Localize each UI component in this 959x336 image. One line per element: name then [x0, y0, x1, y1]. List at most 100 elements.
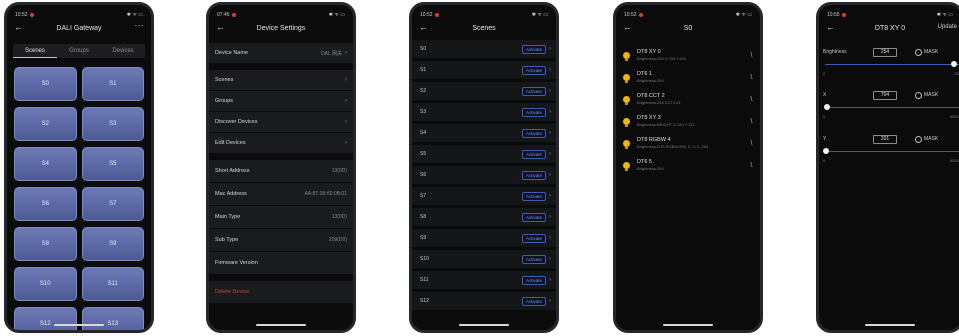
scene-row[interactable]: S12 Activate › — [412, 292, 556, 310]
activate-button[interactable]: Activate — [521, 170, 546, 180]
mask-toggle[interactable]: MASK — [915, 135, 938, 143]
scene-button[interactable]: S9 — [81, 227, 144, 261]
slider-range: 0 65535 — [823, 114, 959, 119]
slider-y: Y 201 MASK 0 65535 — [823, 132, 959, 187]
scene-label: S0 — [420, 46, 427, 52]
activate-button[interactable]: Activate — [521, 65, 546, 75]
scene-row[interactable]: S4 Activate › — [412, 124, 556, 142]
scene-row-actions: Activate › — [521, 107, 551, 117]
activate-button[interactable]: Activate — [521, 254, 546, 264]
activate-button[interactable]: Activate — [521, 233, 546, 243]
more-icon[interactable]: ··· — [135, 21, 145, 30]
slider-value-input[interactable]: 704 — [873, 90, 897, 100]
tab-groups[interactable]: Groups — [57, 44, 101, 58]
scene-row[interactable]: S3 Activate › — [412, 103, 556, 121]
nav-row-groups[interactable]: Groups › — [209, 91, 353, 111]
device-row[interactable]: DT6 1 Brightness:254/ — [616, 67, 760, 87]
activate-button[interactable]: Activate — [521, 275, 546, 285]
scene-row[interactable]: S9 Activate › — [412, 229, 556, 247]
scene-row[interactable]: S7 Activate › — [412, 187, 556, 205]
device-row[interactable]: DT6 5 Brightness:254/ — [616, 155, 760, 175]
tab-devices[interactable]: Devices — [101, 44, 145, 58]
mask-label: MASK — [924, 49, 939, 55]
header: ← DALI Gateway ··· — [7, 20, 151, 37]
scene-label: S1 — [420, 67, 427, 73]
bulb-icon — [623, 161, 630, 171]
back-arrow-icon[interactable]: ← — [14, 22, 23, 32]
status-time: 07:45 — [217, 12, 230, 18]
record-icon — [638, 13, 643, 17]
scene-row[interactable]: S6 Activate › — [412, 166, 556, 184]
page-title: Device Settings — [256, 25, 306, 32]
slider-value-input[interactable]: 254 — [873, 47, 897, 57]
scene-button[interactable]: S3 — [81, 107, 144, 141]
activate-button[interactable]: Activate — [521, 44, 546, 54]
device-row[interactable]: DT8 RGBW 4 Brightness:DT8 RGBW:255, 0, 0,… — [616, 133, 760, 153]
nav-row-discover-devices[interactable]: Discover Devices › — [209, 112, 353, 132]
info-row-sub-type: Sub Type 209(D0) — [209, 229, 353, 251]
chevron-right-icon: › — [549, 109, 551, 115]
chevron-right-icon: › — [345, 98, 347, 104]
update-button[interactable]: Update — [938, 24, 957, 30]
scene-row[interactable]: S2 Activate › — [412, 82, 556, 100]
scene-button[interactable]: S6 — [14, 187, 77, 221]
header: ← Scenes — [412, 20, 556, 37]
activate-button[interactable]: Activate — [521, 191, 546, 201]
nav-label: Groups — [215, 98, 234, 104]
activate-button[interactable]: Activate — [521, 149, 546, 159]
nav-row-scenes[interactable]: Scenes › — [209, 70, 353, 90]
chevron-right-icon: › — [549, 277, 551, 283]
tab-scenes[interactable]: Scenes — [13, 44, 57, 58]
activate-button[interactable]: Activate — [521, 296, 546, 306]
scene-row-actions: Activate › — [521, 296, 551, 306]
scene-button[interactable]: S8 — [14, 227, 77, 261]
delete-device-button[interactable]: Delete Device — [209, 281, 353, 303]
scene-button[interactable]: S0 — [14, 67, 77, 101]
scene-row[interactable]: S10 Activate › — [412, 250, 556, 268]
scene-row[interactable]: S5 Activate › — [412, 145, 556, 163]
activate-button[interactable]: Activate — [521, 128, 546, 138]
slider-track[interactable] — [823, 147, 959, 157]
back-arrow-icon[interactable]: ← — [826, 22, 835, 32]
scene-button[interactable]: S11 — [81, 267, 144, 301]
nav-row-edit-devices[interactable]: Edit Devices › — [209, 133, 353, 153]
chevron-right-icon: › — [549, 151, 551, 157]
scene-button[interactable]: S2 — [14, 107, 77, 141]
slider-thumb[interactable] — [823, 148, 829, 154]
slider-thumb[interactable] — [951, 61, 957, 67]
back-arrow-icon[interactable]: ← — [419, 22, 428, 32]
activate-button[interactable]: Activate — [521, 212, 546, 222]
scene-row[interactable]: S8 Activate › — [412, 208, 556, 226]
info-label: Firmware Version — [215, 260, 258, 266]
slider-value-input[interactable]: 201 — [873, 134, 897, 144]
device-row[interactable]: DT8 CCT 2 Brightness:254 CCT:143/ — [616, 89, 760, 109]
scene-button[interactable]: S7 — [81, 187, 144, 221]
back-arrow-icon[interactable]: ← — [216, 22, 225, 32]
scene-button[interactable]: S4 — [14, 147, 77, 181]
slider-max: 65535 — [949, 158, 959, 163]
status-icons: ✱ ᯤ ▭ — [126, 12, 143, 18]
scene-button[interactable]: S10 — [14, 267, 77, 301]
scene-row[interactable]: S1 Activate › — [412, 61, 556, 79]
slider-track[interactable] — [823, 103, 959, 113]
activate-button[interactable]: Activate — [521, 107, 546, 117]
scene-row[interactable]: S0 Activate › — [412, 40, 556, 58]
device-name-row[interactable]: Device Name DAL 网关 › — [209, 43, 353, 63]
slider-track[interactable] — [823, 60, 959, 70]
home-indicator — [54, 324, 104, 326]
scene-row[interactable]: S11 Activate › — [412, 271, 556, 289]
slider-thumb[interactable] — [824, 104, 830, 110]
mask-toggle[interactable]: MASK — [915, 91, 938, 99]
device-row[interactable]: DT8 XY 0 Brightness:254 X:704 Y:201/ — [616, 45, 760, 65]
activate-button[interactable]: Activate — [521, 86, 546, 96]
scene-button[interactable]: S13 — [81, 307, 144, 330]
slider-max: 254 — [954, 71, 959, 76]
scene-button[interactable]: S12 — [14, 307, 77, 330]
mask-toggle[interactable]: MASK — [915, 48, 939, 56]
device-row[interactable]: DT8 XY 3 Brightness:BRIGHT X:120 Y:121/ — [616, 111, 760, 131]
scene-button[interactable]: S1 — [81, 67, 144, 101]
phone-device-settings: 07:45 ✱ ᯤ ▭ ← Device Settings Device Nam… — [206, 2, 356, 333]
scene-button[interactable]: S5 — [81, 147, 144, 181]
back-arrow-icon[interactable]: ← — [623, 22, 632, 32]
status-bar: 10:52 ✱ ᯤ ▭ — [624, 11, 752, 19]
